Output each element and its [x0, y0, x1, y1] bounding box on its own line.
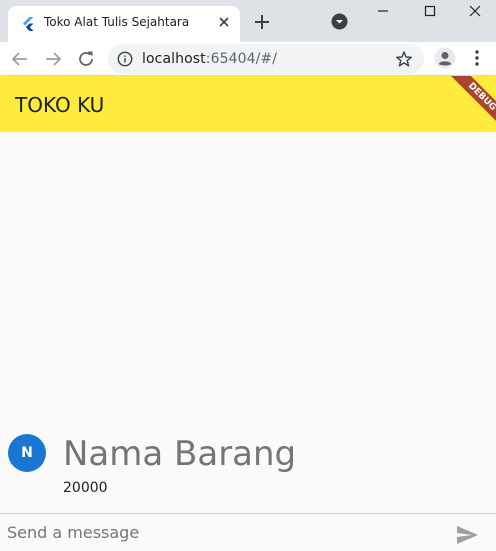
star-icon[interactable]: [395, 50, 413, 68]
message-sender-name: Nama Barang: [63, 434, 297, 474]
forward-arrow-icon[interactable]: [42, 48, 64, 70]
more-vert-icon[interactable]: [467, 48, 487, 68]
maximize-icon[interactable]: [421, 2, 439, 20]
message-composer: [0, 513, 496, 551]
send-icon[interactable]: [455, 523, 479, 547]
back-arrow-icon[interactable]: [9, 48, 31, 70]
message-text: 20000: [63, 480, 108, 496]
browser-tab-strip: Toko Alat Tulis Sejahtara: [0, 0, 496, 42]
message-input[interactable]: [0, 514, 440, 551]
url-path: :65404/#/: [205, 51, 278, 67]
reload-icon[interactable]: [75, 48, 97, 70]
avatar: N: [8, 434, 46, 472]
minimize-icon[interactable]: [374, 2, 392, 20]
browser-toolbar: localhost:65404/#/: [0, 42, 496, 76]
app-title: TOKO KU: [15, 93, 105, 117]
url-host: localhost: [142, 51, 206, 67]
debug-banner: DEBUG: [444, 76, 496, 132]
address-bar[interactable]: localhost:65404/#/: [108, 44, 424, 74]
window-close-icon[interactable]: [466, 2, 484, 20]
browser-tab[interactable]: Toko Alat Tulis Sejahtara: [8, 6, 240, 42]
tab-search-icon[interactable]: [331, 13, 348, 30]
flutter-icon: [23, 17, 34, 31]
tab-title: Toko Alat Tulis Sejahtara: [44, 15, 190, 29]
info-icon[interactable]: [117, 51, 133, 67]
plus-icon[interactable]: [252, 12, 272, 32]
close-icon[interactable]: [216, 14, 232, 30]
url-text: localhost:65404/#/: [142, 51, 277, 67]
message-list: N Nama Barang 20000: [0, 132, 496, 513]
profile-icon[interactable]: [434, 47, 456, 69]
app-bar: TOKO KU DEBUG: [0, 76, 496, 132]
list-item: N Nama Barang 20000: [8, 434, 488, 504]
